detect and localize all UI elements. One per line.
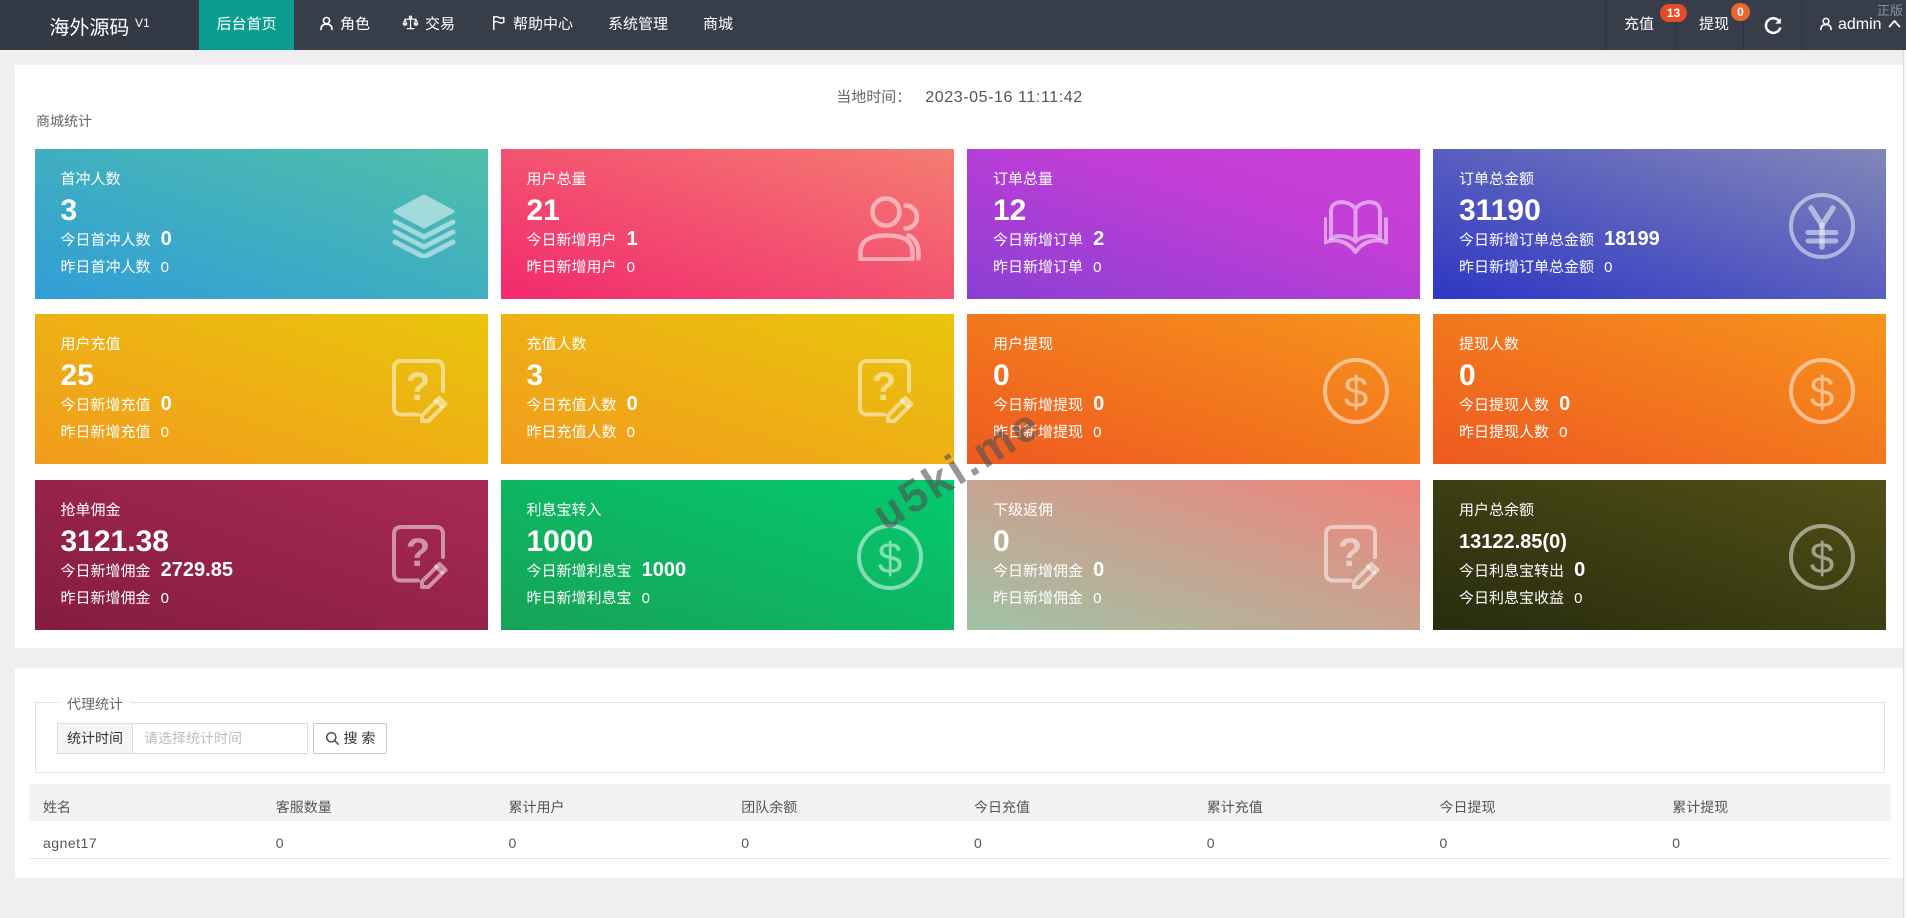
svg-text:?: ? (405, 365, 429, 409)
svg-text:$: $ (1810, 534, 1834, 583)
svg-text:?: ? (871, 365, 895, 409)
svg-text:?: ? (405, 531, 429, 575)
svg-text:?: ? (1338, 531, 1362, 575)
svg-text:$: $ (1344, 368, 1368, 417)
svg-text:$: $ (1810, 368, 1834, 417)
